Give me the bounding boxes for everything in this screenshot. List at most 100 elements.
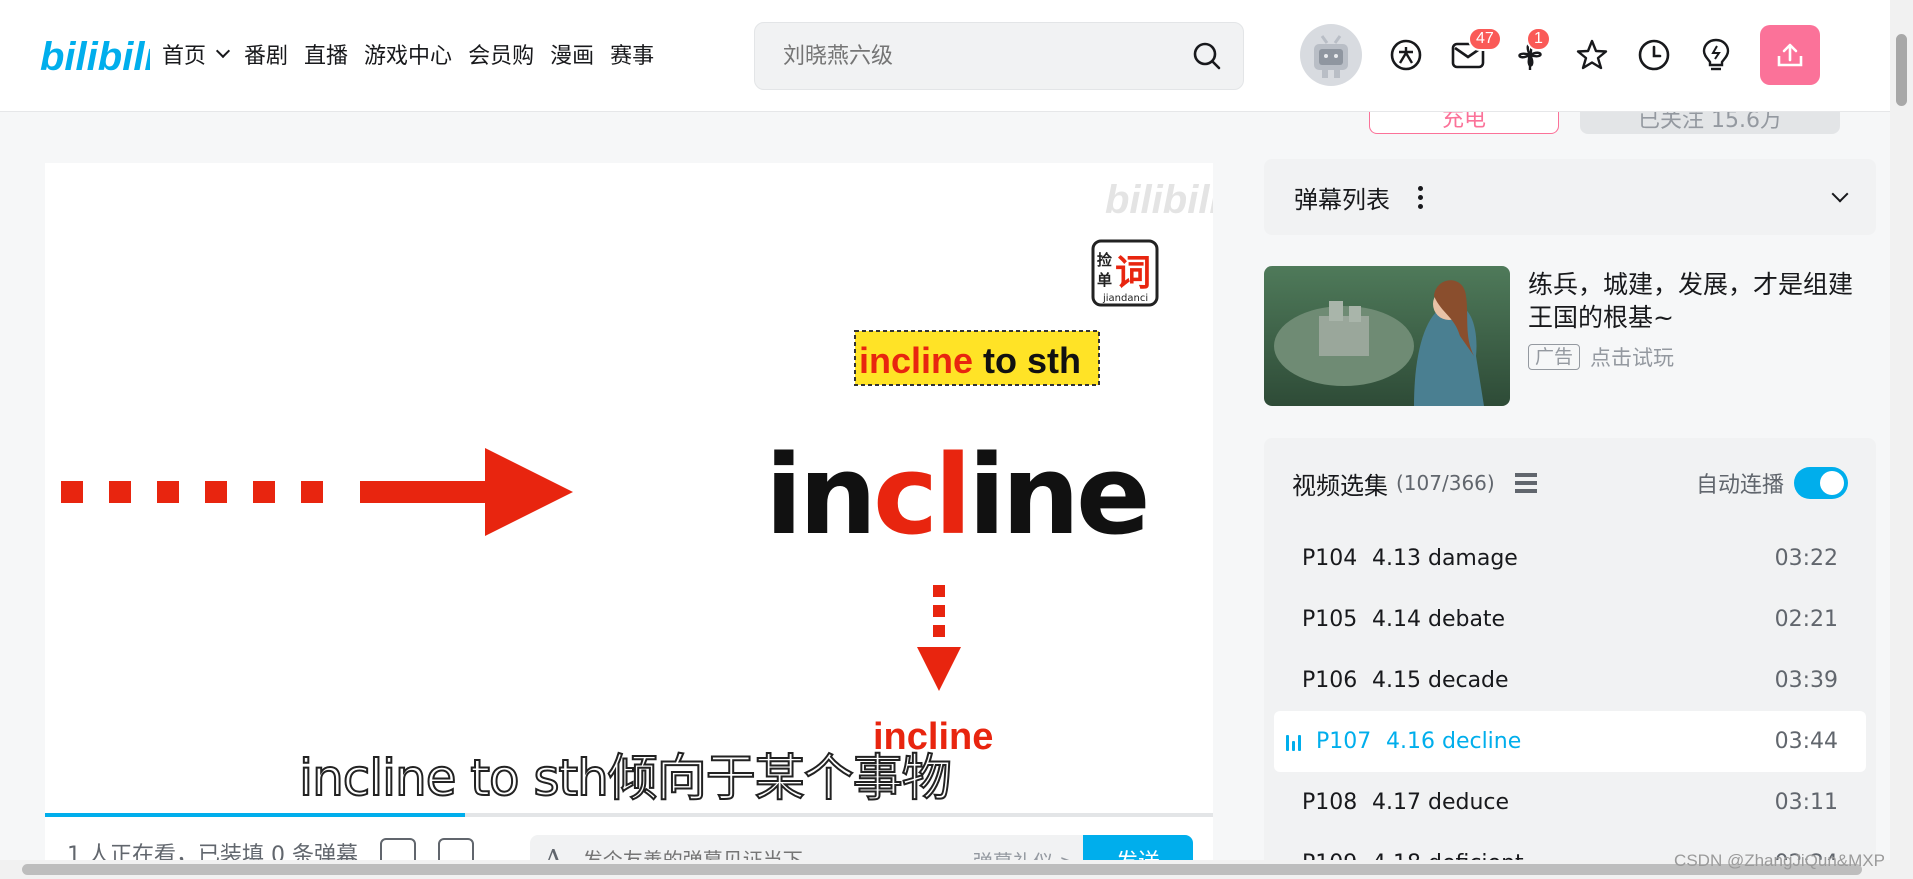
top-header: bilibili 首页 番剧 直播 游戏中心 会员购 漫画 赛事 刘晓燕六级 4… [0,0,1890,112]
episode-name: 4.13 damage [1372,546,1518,571]
progress-fill [45,813,466,817]
episode-item[interactable]: P106 4.15 decade 03:39 [1274,650,1866,711]
episode-name: 4.15 decade [1372,668,1509,693]
nav-live-label: 直播 [304,44,349,69]
phrase-part-2: to sth [973,340,1081,381]
messages-icon[interactable]: 47 [1450,27,1502,73]
episode-list-header: 视频选集 (107/366) 自动连播 [1264,438,1876,528]
chevron-down-icon[interactable] [1831,185,1849,203]
nav-mall[interactable]: 会员购 [468,38,534,70]
messages-badge: 47 [1468,27,1502,51]
page: 充电 已关注 15.6万 bilibili 首页 番剧 直播 游戏中心 会员购 … [0,0,1913,879]
episode-list: 视频选集 (107/366) 自动连播 P104 4.13 damage 03:… [1264,438,1876,879]
ad-thumbnail[interactable] [1264,266,1510,406]
star-icon [1576,39,1608,70]
ad-info: 练兵，城建，发展，才是组建王国的根基~ 广告 点击试玩 [1510,266,1873,408]
creation-center-icon[interactable] [1698,37,1734,73]
dashed-arrow [61,448,573,536]
episode-name: 4.14 debate [1372,607,1506,632]
logo-char-2: 单 [1097,271,1112,289]
subtitle-text: incline to sth倾向于某个事物 [298,748,953,808]
lightbulb-icon [1702,38,1730,71]
phrase-part-1: incline [859,340,973,381]
episode-duration: 02:21 [1774,607,1838,632]
csdn-watermark: CSDN @ZhangJiQun&MXP [1674,851,1885,870]
clock-icon [1638,39,1670,71]
search-input[interactable] [781,42,1191,70]
episode-item-active[interactable]: P107 4.16 decline 03:44 [1274,711,1866,772]
bilibili-logo-mark: bilibili [40,35,156,79]
ad-title[interactable]: 练兵，城建，发展，才是组建王国的根基~ [1528,268,1873,334]
dynamics-icon[interactable]: 1 [1512,27,1551,73]
nav-home-label: 首页 [162,44,207,69]
episode-number: P108 [1302,790,1358,815]
episode-list-title: 视频选集 [1292,471,1388,500]
ad-image [1264,266,1510,406]
big-word-part-3: ine [968,431,1147,559]
logo-char-1: 捡 [1097,251,1112,269]
big-word-part-2: cl [873,431,968,559]
history-icon[interactable] [1636,37,1672,73]
horizontal-scrollbar-thumb[interactable] [22,864,1862,875]
more-options-icon[interactable] [1418,185,1423,209]
search-box [754,22,1244,90]
bilibili-logo[interactable]: bilibili [40,28,156,82]
upload-button[interactable] [1760,25,1820,85]
big-word: incline [765,431,1147,559]
nav-home[interactable]: 首页 [162,38,231,70]
episode-item[interactable]: P105 4.14 debate 02:21 [1274,589,1866,650]
phrase-text: incline to sth [859,340,1081,381]
vertical-scrollbar[interactable] [1890,0,1913,860]
vertical-scrollbar-thumb[interactable] [1896,34,1907,106]
danmaku-list-header[interactable]: 弹幕列表 [1264,159,1876,235]
episode-number: P106 [1302,668,1358,693]
episode-item[interactable]: P104 4.13 damage 03:22 [1274,528,1866,589]
nav-game-center[interactable]: 游戏中心 [364,38,452,70]
episode-duration: 03:44 [1774,729,1838,754]
search-icon[interactable] [1191,40,1223,72]
episode-number: P105 [1302,607,1358,632]
progress-bar[interactable] [45,813,1213,817]
logo-text: bilibili [40,35,150,79]
ad-action[interactable]: 点击试玩 [1590,342,1674,372]
upload-icon [1777,43,1803,67]
nav-game-label: 游戏中心 [364,44,453,69]
vip-glyph-icon [1390,39,1422,71]
nav-live[interactable]: 直播 [304,38,348,70]
video-player[interactable]: bilibili 捡 单 词 jiandanci incline to sth [45,163,1213,879]
horizontal-scrollbar[interactable] [0,860,1913,879]
now-playing-icon [1286,733,1306,751]
nav-esports[interactable]: 赛事 [610,38,654,70]
video-frame: bilibili 捡 单 词 jiandanci incline to sth [61,178,1213,758]
ad-meta: 广告 点击试玩 [1528,342,1873,372]
autoplay-toggle[interactable] [1794,467,1848,499]
logo-sub: jiandanci [1102,293,1148,304]
header-actions: 47 1 [1300,24,1820,86]
episode-number: P107 [1316,729,1372,754]
dynamics-badge: 1 [1526,27,1551,51]
nav-anime[interactable]: 番剧 [244,38,288,70]
favorites-icon[interactable] [1574,37,1610,73]
episode-name: 4.16 decline [1386,729,1522,754]
episode-name: 4.17 deduce [1372,790,1510,815]
episode-number: P104 [1302,546,1358,571]
episode-count: (107/366) [1396,471,1495,495]
nav-manga-label: 漫画 [550,44,595,69]
tv-avatar-icon [1314,35,1348,78]
ad-card[interactable]: 练兵，城建，发展，才是组建王国的根基~ 广告 点击试玩 [1264,266,1876,408]
nav-manga[interactable]: 漫画 [550,38,594,70]
big-word-part-1: in [765,431,873,559]
logo-char-big: 词 [1115,253,1151,294]
list-view-icon[interactable] [1514,473,1537,493]
episode-duration: 03:11 [1774,790,1838,815]
avatar[interactable] [1300,24,1362,86]
phrase-box: incline to sth [854,330,1100,386]
episode-duration: 03:39 [1774,668,1838,693]
vip-icon[interactable] [1388,37,1424,73]
down-arrow [917,585,961,691]
nav-esports-label: 赛事 [610,44,655,69]
danmaku-list-title: 弹幕列表 [1294,185,1390,214]
jiandanci-logo: 捡 单 词 jiandanci [1091,239,1159,307]
autoplay-control: 自动连播 [1696,467,1848,499]
episode-item[interactable]: P108 4.17 deduce 03:11 [1274,772,1866,833]
